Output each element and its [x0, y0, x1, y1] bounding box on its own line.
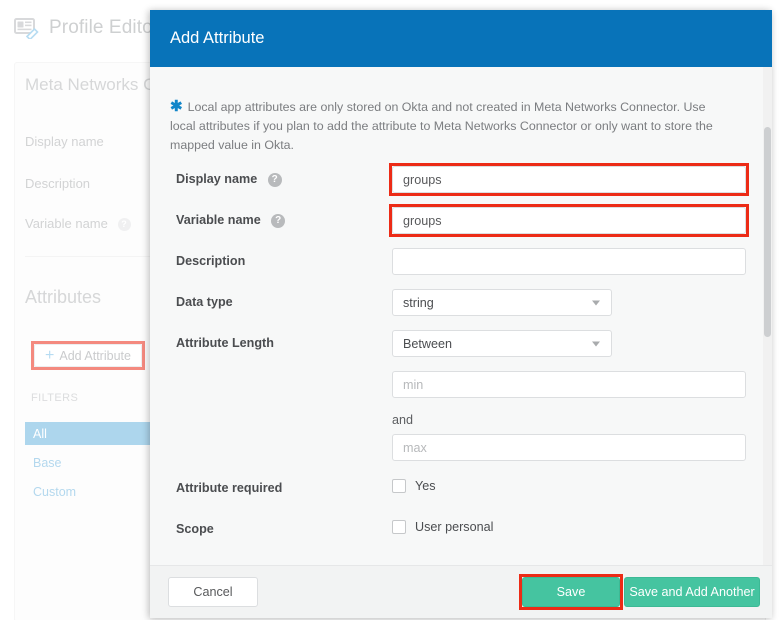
- modal-scrollbar-thumb[interactable]: [764, 127, 771, 337]
- profile-editor-icon: [14, 17, 40, 39]
- scope-checkbox[interactable]: [392, 520, 406, 534]
- length-and-text: and: [392, 413, 413, 427]
- background-label-display-name-text: Display name: [25, 134, 104, 149]
- attribute-length-select-value: Between: [403, 337, 452, 351]
- cancel-button[interactable]: Cancel: [168, 577, 258, 607]
- variable-name-input[interactable]: [392, 207, 746, 234]
- filter-item-custom[interactable]: Custom: [25, 480, 160, 503]
- chevron-down-icon: [592, 300, 600, 305]
- cancel-button-label: Cancel: [193, 585, 232, 599]
- label-attribute-length: Attribute Length: [176, 335, 274, 351]
- add-attribute-highlight: + Add Attribute: [31, 341, 145, 370]
- add-attribute-button[interactable]: + Add Attribute: [34, 344, 142, 367]
- label-description: Description: [176, 253, 245, 269]
- attribute-required-checkbox-label: Yes: [415, 479, 436, 493]
- background-label-display-name: Display name: [25, 134, 104, 149]
- attribute-length-select[interactable]: Between: [392, 330, 612, 357]
- attribute-required-checkbox[interactable]: [392, 479, 406, 493]
- save-and-add-another-button[interactable]: Save and Add Another: [624, 577, 760, 607]
- filter-item-all[interactable]: All: [25, 422, 160, 445]
- scope-checkbox-label: User personal: [415, 520, 493, 534]
- background-label-variable-name-text: Variable name: [25, 216, 108, 231]
- attribute-required-checkbox-row[interactable]: Yes: [392, 479, 436, 493]
- label-display-name-text: Display name: [176, 172, 257, 186]
- label-variable-name-text: Variable name: [176, 213, 261, 227]
- add-attribute-button-label: Add Attribute: [59, 349, 131, 363]
- page-right-edge: [772, 0, 780, 626]
- label-display-name: Display name ?: [176, 171, 282, 187]
- scope-checkbox-row[interactable]: User personal: [392, 520, 493, 534]
- page-bottom-edge: [0, 620, 780, 626]
- add-attribute-modal: Add Attribute ✱Local app attributes are …: [150, 10, 772, 618]
- app-name: Meta Networks Co: [25, 75, 165, 95]
- help-icon[interactable]: ?: [118, 218, 131, 231]
- modal-scrollbar-track[interactable]: [763, 67, 772, 565]
- filter-item-custom-label: Custom: [33, 485, 76, 499]
- modal-body: ✱Local app attributes are only stored on…: [150, 67, 772, 565]
- asterisk-icon: ✱: [170, 98, 183, 115]
- filter-item-base-label: Base: [33, 456, 62, 470]
- filter-item-base[interactable]: Base: [25, 451, 160, 474]
- help-icon-display-name[interactable]: ?: [268, 173, 282, 187]
- attributes-heading: Attributes: [25, 287, 101, 308]
- label-attribute-length-text: Attribute Length: [176, 336, 274, 350]
- label-description-text: Description: [176, 254, 245, 268]
- label-scope: Scope: [176, 521, 214, 537]
- label-data-type: Data type: [176, 294, 233, 310]
- filters-heading: FILTERS: [31, 392, 78, 404]
- chevron-down-icon: [592, 341, 600, 346]
- description-input[interactable]: [392, 248, 746, 275]
- background-label-variable-name: Variable name ?: [25, 216, 131, 231]
- label-attribute-required: Attribute required: [176, 480, 282, 496]
- page-title: Profile Editor: [49, 17, 159, 39]
- save-button-label: Save: [557, 585, 586, 599]
- local-attribute-notice-text: Local app attributes are only stored on …: [170, 100, 713, 152]
- data-type-select-value: string: [403, 296, 434, 310]
- length-min-input[interactable]: [392, 371, 746, 398]
- save-and-add-another-button-label: Save and Add Another: [629, 585, 754, 599]
- length-max-input[interactable]: [392, 434, 746, 461]
- background-label-description: Description: [25, 176, 90, 191]
- modal-title: Add Attribute: [170, 29, 264, 48]
- local-attribute-notice: ✱Local app attributes are only stored on…: [170, 98, 730, 155]
- filter-item-all-label: All: [33, 427, 47, 441]
- display-name-input[interactable]: [392, 166, 746, 193]
- label-data-type-text: Data type: [176, 295, 233, 309]
- label-scope-text: Scope: [176, 522, 214, 536]
- modal-header: Add Attribute: [150, 10, 772, 67]
- help-icon-variable-name[interactable]: ?: [271, 214, 285, 228]
- background-label-description-text: Description: [25, 176, 90, 191]
- data-type-select[interactable]: string: [392, 289, 612, 316]
- modal-footer: Cancel Save Save and Add Another: [150, 565, 772, 618]
- plus-icon: +: [45, 348, 54, 364]
- label-variable-name: Variable name ?: [176, 212, 285, 228]
- label-attribute-required-text: Attribute required: [176, 481, 282, 495]
- save-button[interactable]: Save: [522, 577, 620, 607]
